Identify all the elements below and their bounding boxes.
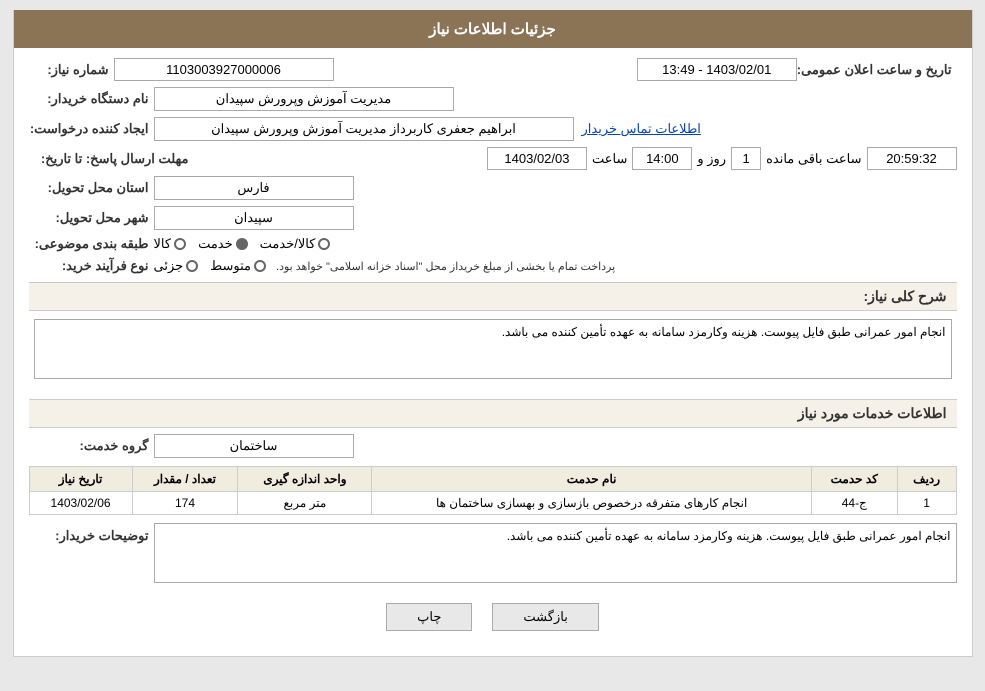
deadline-remaining-label: ساعت باقی مانده xyxy=(766,151,861,167)
requester-row: اطلاعات تماس خریدار ابراهیم جعفری کاربرد… xyxy=(29,117,957,141)
print-button[interactable]: چاپ xyxy=(386,603,472,631)
general-desc-value: انجام امور عمرانی طبق فایل پیوست. هزینه … xyxy=(34,319,952,379)
deadline-time: 14:00 xyxy=(632,147,692,170)
category-options: کالا/خدمت خدمت کالا xyxy=(154,236,331,252)
city-value: سپیدان xyxy=(154,206,354,230)
col-code: کد حدمت xyxy=(811,467,897,492)
city-row: سپیدان شهر محل تحویل: xyxy=(29,206,957,230)
service-group-row: ساختمان گروه خدمت: xyxy=(29,434,957,458)
col-unit: واحد اندازه گیری xyxy=(238,467,372,492)
deadline-days-label: روز و xyxy=(697,151,726,167)
cell-date: 1403/02/06 xyxy=(29,492,132,515)
need-number-value: 1103003927000006 xyxy=(114,58,334,81)
contact-link[interactable]: اطلاعات تماس خریدار xyxy=(582,121,701,137)
process-options: متوسط جزئی xyxy=(154,258,267,274)
cell-code: ج-44 xyxy=(811,492,897,515)
service-group-label: گروه خدمت: xyxy=(29,438,149,454)
process-row: پرداخت تمام یا بخشی از مبلغ خریداز محل "… xyxy=(29,258,957,274)
general-desc-label: شرح کلی نیاز: xyxy=(863,288,946,304)
general-desc-section: شرح کلی نیاز: xyxy=(29,282,957,311)
category-kala[interactable]: کالا xyxy=(154,236,187,252)
need-number-row: تاریخ و ساعت اعلان عمومی: 1403/02/01 - 1… xyxy=(29,58,957,81)
category-label: طبقه بندی موضوعی: xyxy=(29,236,149,252)
process-detail[interactable]: جزئی xyxy=(154,258,199,274)
page-header: جزئیات اطلاعات نیاز xyxy=(14,10,972,48)
service-group-value: ساختمان xyxy=(154,434,354,458)
requester-org-row: مدیریت آموزش وپرورش سپیدان نام دستگاه خر… xyxy=(29,87,957,111)
process-label: نوع فرآیند خرید: xyxy=(29,258,149,274)
deadline-date: 1403/02/03 xyxy=(487,147,587,170)
announce-value: 1403/02/01 - 13:49 xyxy=(637,58,797,81)
col-row: ردیف xyxy=(897,467,956,492)
category-kala-khadamat[interactable]: کالا/خدمت xyxy=(260,236,331,252)
back-button[interactable]: بازگشت xyxy=(492,603,598,631)
radio-detail-icon xyxy=(186,260,198,272)
announce-label: تاریخ و ساعت اعلان عمومی: xyxy=(797,62,952,78)
service-section-title: اطلاعات خدمات مورد نیاز xyxy=(29,399,957,428)
category-row: کالا/خدمت خدمت کالا طبقه بندی موضوعی: xyxy=(29,236,957,252)
province-value: فارس xyxy=(154,176,354,200)
col-date: تاریخ نیاز xyxy=(29,467,132,492)
process-note: پرداخت تمام یا بخشی از مبلغ خریداز محل "… xyxy=(276,260,615,273)
requester-org-label: نام دستگاه خریدار: xyxy=(29,91,149,107)
table-row: 1ج-44انجام کارهای متفرقه درخصوص بازسازی … xyxy=(29,492,956,515)
city-label: شهر محل تحویل: xyxy=(29,210,149,226)
buyer-notes-row: انجام امور عمرانی طبق فایل پیوست. هزینه … xyxy=(29,523,957,587)
requester-org-value: مدیریت آموزش وپرورش سپیدان xyxy=(154,87,454,111)
bottom-buttons: بازگشت چاپ xyxy=(29,593,957,646)
deadline-remaining: 20:59:32 xyxy=(867,147,957,170)
page-title: جزئیات اطلاعات نیاز xyxy=(429,21,556,38)
cell-unit: متر مربع xyxy=(238,492,372,515)
requester-value: ابراهیم جعفری کاربرداز مدیریت آموزش وپرو… xyxy=(154,117,574,141)
process-medium[interactable]: متوسط xyxy=(210,258,266,274)
cell-quantity: 174 xyxy=(132,492,238,515)
deadline-row: 20:59:32 ساعت باقی مانده 1 روز و 14:00 س… xyxy=(29,147,957,170)
buyer-notes-value: انجام امور عمرانی طبق فایل پیوست. هزینه … xyxy=(154,523,957,583)
need-number-label: شماره نیاز: xyxy=(29,62,109,78)
category-khadamat[interactable]: خدمت xyxy=(198,236,248,252)
radio-khadamat-icon xyxy=(236,238,248,250)
deadline-days: 1 xyxy=(731,147,761,170)
deadline-label: مهلت ارسال پاسخ: تا تاریخ: xyxy=(29,151,189,167)
cell-row: 1 xyxy=(897,492,956,515)
radio-kala-icon xyxy=(174,238,186,250)
province-row: فارس استان محل تحویل: xyxy=(29,176,957,200)
deadline-time-label: ساعت xyxy=(592,151,627,167)
service-section-label: اطلاعات خدمات مورد نیاز xyxy=(798,405,947,421)
radio-medium-icon xyxy=(254,260,266,272)
requester-label: ایجاد کننده درخواست: xyxy=(29,121,149,137)
col-quantity: تعداد / مقدار xyxy=(132,467,238,492)
buyer-notes-label: توضیحات خریدار: xyxy=(29,528,149,544)
radio-kala-khadamat-icon xyxy=(318,238,330,250)
cell-name: انجام کارهای متفرقه درخصوص بازسازی و بهس… xyxy=(372,492,811,515)
col-name: نام حدمت xyxy=(372,467,811,492)
province-label: استان محل تحویل: xyxy=(29,180,149,196)
service-table: ردیف کد حدمت نام حدمت واحد اندازه گیری ت… xyxy=(29,466,957,515)
